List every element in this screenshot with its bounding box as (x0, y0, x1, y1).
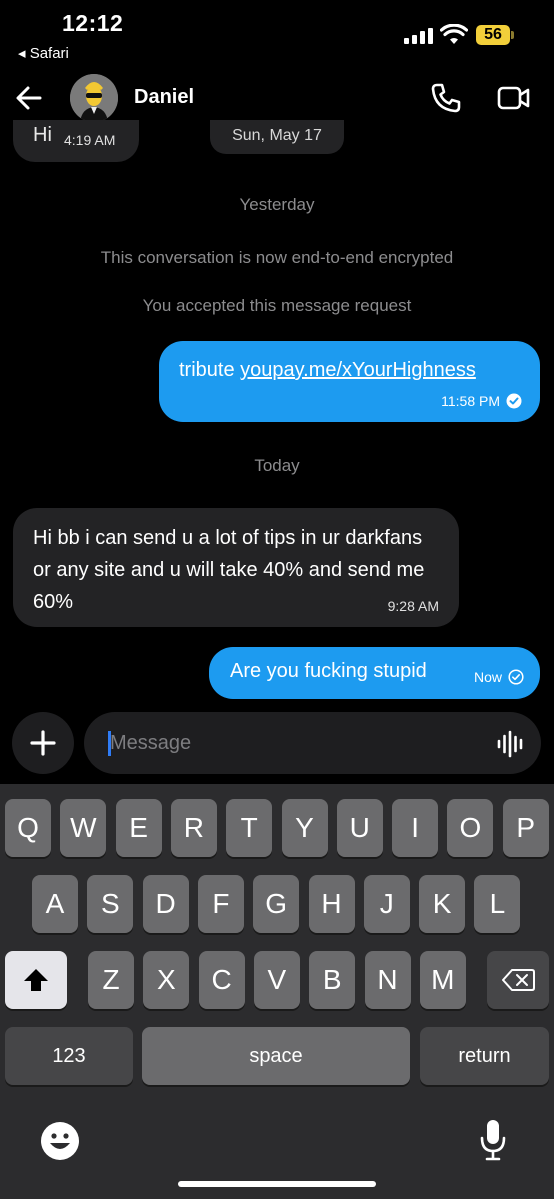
key-r[interactable]: R (170, 799, 217, 857)
read-check-icon (506, 393, 522, 409)
message-text: Are you fucking stupid (230, 660, 427, 682)
key-h[interactable]: H (308, 875, 355, 933)
key-a[interactable]: A (32, 875, 78, 933)
key-l[interactable]: L (474, 875, 521, 933)
shift-key[interactable] (5, 951, 67, 1009)
date-separator-text: Sun, May 17 (232, 127, 322, 144)
sent-check-icon (508, 669, 524, 685)
message-text: Hi bb i can send u a lot of tips in ur d… (33, 527, 425, 613)
key-g[interactable]: G (253, 875, 300, 933)
key-b[interactable]: B (309, 951, 356, 1009)
battery-icon: 56 (476, 25, 510, 45)
previous-message-time: 4:19 AM (64, 132, 116, 148)
back-to-safari-link[interactable]: ◂ Safari (18, 44, 69, 62)
video-call-icon[interactable] (496, 82, 532, 114)
key-i[interactable]: I (392, 799, 439, 857)
plus-icon (30, 730, 56, 756)
home-indicator (178, 1181, 376, 1187)
message-link[interactable]: youpay.me/xYourHighness (240, 359, 476, 381)
message-input[interactable] (110, 728, 470, 758)
avatar-image (70, 74, 118, 122)
key-z[interactable]: Z (88, 951, 134, 1009)
message-meta: Now (474, 669, 524, 685)
contact-avatar[interactable] (70, 74, 118, 122)
add-attachment-button[interactable] (12, 712, 74, 774)
key-s[interactable]: S (87, 875, 134, 933)
key-n[interactable]: N (364, 951, 411, 1009)
contact-name[interactable]: Daniel (134, 86, 194, 109)
key-w[interactable]: W (60, 799, 107, 857)
outgoing-message-bubble[interactable]: tribute youpay.me/xYourHighness 11:58 PM (159, 341, 540, 422)
message-text-prefix: tribute (179, 359, 241, 381)
key-t[interactable]: T (226, 799, 273, 857)
key-c[interactable]: C (198, 951, 245, 1009)
numbers-key[interactable]: 123 (5, 1027, 133, 1085)
status-time: 12:12 (62, 10, 124, 36)
message-time: 11:58 PM (441, 393, 500, 409)
phone-call-icon[interactable] (428, 80, 464, 116)
delete-key[interactable] (487, 951, 549, 1009)
message-time: Now (473, 669, 502, 685)
message-text: tribute youpay.me/xYourHighness (179, 359, 476, 382)
space-key[interactable]: space (142, 1027, 410, 1085)
cellular-signal-icon (404, 28, 433, 44)
key-x[interactable]: X (143, 951, 190, 1009)
return-key[interactable]: return (420, 1027, 549, 1085)
key-f[interactable]: F (197, 875, 244, 933)
shift-icon (24, 969, 48, 991)
dictation-mic-icon[interactable] (479, 1118, 507, 1162)
emoji-icon[interactable] (40, 1121, 80, 1161)
back-arrow-icon[interactable] (14, 84, 44, 112)
incoming-message-bubble[interactable]: Hi bb i can send u a lot of tips in ur d… (13, 508, 459, 627)
day-separator-yesterday: Yesterday (239, 195, 315, 214)
key-e[interactable]: E (115, 799, 162, 857)
key-d[interactable]: D (142, 875, 189, 933)
voice-message-icon[interactable] (497, 730, 525, 758)
outgoing-message-bubble[interactable]: Are you fucking stupid Now (209, 647, 540, 699)
request-accepted-notice: You accepted this message request (142, 296, 412, 315)
key-k[interactable]: K (419, 875, 466, 933)
key-u[interactable]: U (336, 799, 383, 857)
key-y[interactable]: Y (281, 799, 328, 857)
key-p[interactable]: P (502, 799, 549, 857)
message-time: 9:28 AM (387, 598, 439, 614)
backspace-icon (502, 969, 535, 991)
key-v[interactable]: V (253, 951, 300, 1009)
previous-message-text: Hi (33, 124, 52, 146)
message-meta: 11:58 PM (441, 393, 522, 409)
day-separator-today: Today (254, 456, 300, 475)
key-j[interactable]: J (363, 875, 410, 933)
wifi-icon (440, 24, 468, 44)
battery-tip (511, 31, 514, 39)
key-o[interactable]: O (447, 799, 494, 857)
keyboard: 123 space return QWERTYUIOP ASDFGHJKL ZXCV… (0, 784, 554, 1199)
key-q[interactable]: Q (5, 799, 51, 857)
date-separator-pill: Sun, May 17 (210, 120, 344, 154)
encryption-notice: This conversation is now end-to-end encr… (100, 248, 454, 267)
key-m[interactable]: M (419, 951, 466, 1009)
